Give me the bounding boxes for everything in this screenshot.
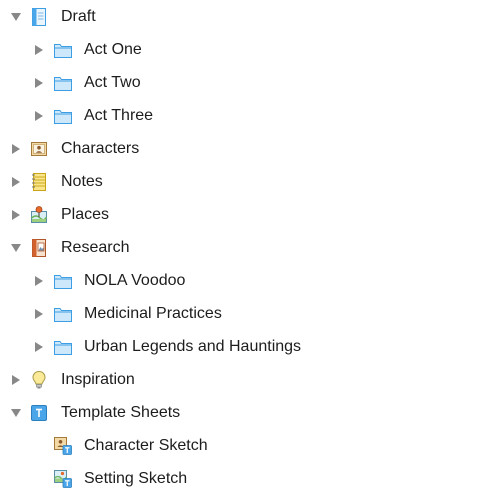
binder-item-medicinal-practices[interactable]: Medicinal Practices: [0, 297, 494, 330]
binder-item-label: Places: [61, 205, 110, 223]
disclosure-collapsed-icon[interactable]: [33, 44, 45, 56]
binder-item-character-sketch[interactable]: Character Sketch: [0, 429, 494, 462]
binder-item-label: Research: [61, 238, 130, 256]
binder-item-characters[interactable]: Characters: [0, 132, 494, 165]
binder-item-urban-legends[interactable]: Urban Legends and Hauntings: [0, 330, 494, 363]
binder-item-places[interactable]: Places: [0, 198, 494, 231]
folder-icon: [53, 106, 73, 126]
binder-item-label: Character Sketch: [84, 436, 208, 454]
binder-item-label: Inspiration: [61, 370, 135, 388]
binder-item-label: Urban Legends and Hauntings: [84, 337, 302, 355]
folder-icon: [53, 337, 73, 357]
disclosure-collapsed-icon[interactable]: [10, 209, 22, 221]
binder-item-label: Setting Sketch: [84, 469, 188, 487]
disclosure-expanded-icon[interactable]: [10, 407, 22, 419]
setting-sketch-icon: [53, 469, 73, 489]
binder-item-label: Act Two: [84, 73, 141, 91]
template-sheets-icon: [29, 403, 49, 423]
notepad-icon: [29, 172, 49, 192]
folder-icon: [53, 40, 73, 60]
disclosure-collapsed-icon[interactable]: [10, 176, 22, 188]
binder-item-research[interactable]: Research: [0, 231, 494, 264]
folder-icon: [53, 271, 73, 291]
disclosure-collapsed-icon[interactable]: [33, 308, 45, 320]
research-book-icon: [29, 238, 49, 258]
binder-item-act-two[interactable]: Act Two: [0, 66, 494, 99]
disclosure-expanded-icon[interactable]: [10, 242, 22, 254]
disclosure-expanded-icon[interactable]: [10, 11, 22, 23]
binder-item-inspiration[interactable]: Inspiration: [0, 363, 494, 396]
binder-item-act-one[interactable]: Act One: [0, 33, 494, 66]
lightbulb-icon: [29, 370, 49, 390]
binder-item-label: Act Three: [84, 106, 154, 124]
binder-outline: Draft Act One Act Two Act Three Characte…: [0, 0, 494, 495]
disclosure-collapsed-icon[interactable]: [10, 143, 22, 155]
binder-item-label: Characters: [61, 139, 140, 157]
binder-item-label: Act One: [84, 40, 142, 58]
binder-item-draft[interactable]: Draft: [0, 0, 494, 33]
binder-item-label: NOLA Voodoo: [84, 271, 186, 289]
binder-item-nola-voodoo[interactable]: NOLA Voodoo: [0, 264, 494, 297]
disclosure-collapsed-icon[interactable]: [33, 341, 45, 353]
binder-item-label: Notes: [61, 172, 103, 190]
binder-item-notes[interactable]: Notes: [0, 165, 494, 198]
disclosure-collapsed-icon[interactable]: [10, 374, 22, 386]
binder-item-label: Template Sheets: [61, 403, 181, 421]
binder-item-label: Medicinal Practices: [84, 304, 222, 322]
character-card-icon: [29, 139, 49, 159]
map-pin-icon: [29, 205, 49, 225]
disclosure-collapsed-icon[interactable]: [33, 110, 45, 122]
binder-item-setting-sketch[interactable]: Setting Sketch: [0, 462, 494, 495]
binder-item-template-sheets[interactable]: Template Sheets: [0, 396, 494, 429]
binder-item-label: Draft: [61, 7, 96, 25]
character-sketch-icon: [53, 436, 73, 456]
binder-item-act-three[interactable]: Act Three: [0, 99, 494, 132]
disclosure-collapsed-icon[interactable]: [33, 77, 45, 89]
draft-document-icon: [29, 7, 49, 27]
folder-icon: [53, 304, 73, 324]
folder-icon: [53, 73, 73, 93]
disclosure-collapsed-icon[interactable]: [33, 275, 45, 287]
